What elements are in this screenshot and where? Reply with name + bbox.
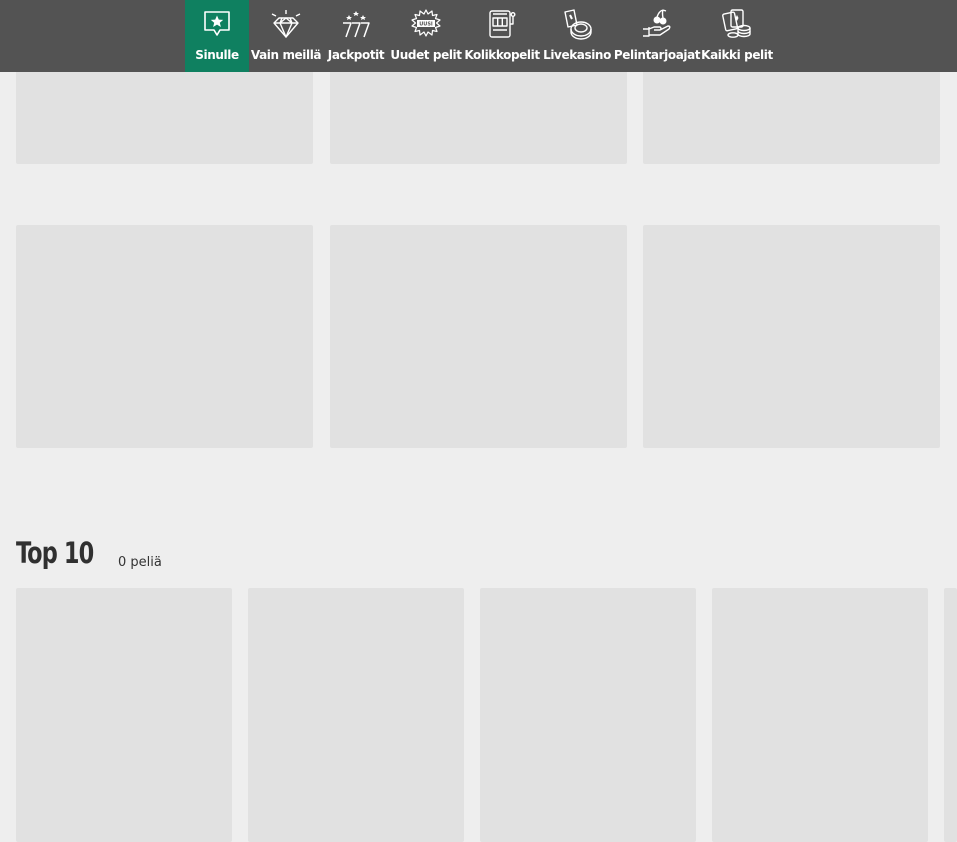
roulette-icon bbox=[559, 6, 595, 42]
speech-bubble-star-icon bbox=[199, 6, 235, 42]
category-navigation: Sinulle Vain meillä Jackpotit UUSI Uudet… bbox=[0, 0, 957, 72]
tab-pelintarjoajat[interactable]: Pelintarjoajat bbox=[613, 0, 701, 72]
tab-kolikkopelit[interactable]: Kolikkopelit bbox=[463, 0, 541, 72]
tab-kaikki-pelit[interactable]: Kaikki pelit bbox=[701, 0, 773, 72]
section-title-top10: Top 10 bbox=[16, 536, 94, 570]
triple-seven-icon bbox=[338, 6, 374, 42]
tab-sinulle[interactable]: Sinulle bbox=[185, 0, 249, 72]
tab-livekasino[interactable]: Livekasino bbox=[541, 0, 613, 72]
tab-label: Kaikki pelit bbox=[701, 48, 773, 62]
diamond-icon bbox=[268, 6, 304, 42]
top10-game-tile[interactable] bbox=[16, 588, 232, 842]
section-game-count: 0 peliä bbox=[118, 555, 162, 570]
top10-game-tile[interactable] bbox=[248, 588, 464, 842]
category-tabs: Sinulle Vain meillä Jackpotit UUSI Uudet… bbox=[185, 0, 773, 72]
tab-label: Vain meillä bbox=[250, 48, 322, 62]
tab-label: Sinulle bbox=[195, 48, 239, 62]
game-tile[interactable] bbox=[330, 225, 627, 448]
tab-jackpotit[interactable]: Jackpotit bbox=[323, 0, 389, 72]
slot-machine-icon bbox=[484, 6, 520, 42]
game-tile[interactable] bbox=[16, 225, 313, 448]
new-badge-text: UUSI bbox=[419, 22, 433, 28]
top10-game-tile[interactable] bbox=[712, 588, 928, 842]
casino-page: Sinulle Vain meillä Jackpotit UUSI Uudet… bbox=[0, 0, 957, 842]
tab-label: Pelintarjoajat bbox=[613, 48, 701, 62]
game-tile[interactable] bbox=[643, 225, 940, 448]
tab-label: Livekasino bbox=[543, 48, 611, 62]
tab-label: Kolikkopelit bbox=[464, 48, 540, 62]
tab-uudet-pelit[interactable]: UUSI Uudet pelit bbox=[389, 0, 463, 72]
hand-cherries-icon bbox=[639, 6, 675, 42]
tab-label: Jackpotit bbox=[327, 48, 385, 62]
top10-game-tile[interactable] bbox=[944, 588, 957, 842]
cards-chips-icon bbox=[719, 6, 755, 42]
new-badge-icon: UUSI bbox=[408, 6, 444, 42]
tab-label: Uudet pelit bbox=[390, 48, 462, 62]
tab-vain-meilla[interactable]: Vain meillä bbox=[249, 0, 323, 72]
top10-game-tile[interactable] bbox=[480, 588, 696, 842]
